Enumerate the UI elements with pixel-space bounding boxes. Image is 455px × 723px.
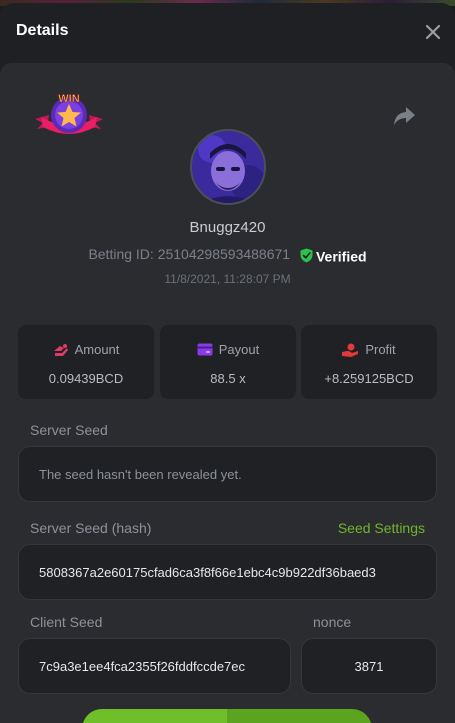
stat-amount-label: Amount (74, 342, 120, 358)
hand-coin-icon (342, 343, 359, 357)
stat-payout-value: 88.5 x (210, 371, 246, 386)
win-badge-text: WIN (58, 93, 79, 105)
details-panel: WIN Bnuggz420 Betting ID: 25104298593488… (0, 63, 455, 723)
server-seed-hash-label: Server Seed (hash) (30, 520, 152, 536)
card-icon (197, 343, 213, 356)
modal-title: Details (16, 22, 69, 39)
server-seed-value: The seed hasn't been revealed yet. (39, 466, 242, 482)
stat-profit: Profit +8.259125BCD (301, 325, 437, 399)
stat-profit-label: Profit (365, 342, 396, 358)
verified-badge: Verified (300, 247, 367, 264)
modal-header: Details (0, 3, 455, 63)
stat-payout-label: Payout (218, 342, 260, 358)
server-seed-label: Server Seed (30, 422, 108, 438)
seed-settings-link[interactable]: Seed Settings (338, 520, 425, 536)
client-seed-label: Client Seed (30, 614, 103, 630)
betting-id-prefix: Betting ID: (88, 246, 158, 262)
betting-id: 25104298593488671 (157, 246, 291, 262)
verified-label: Verified (315, 247, 367, 264)
nonce-value: 3871 (354, 658, 384, 674)
stat-profit-value: +8.259125BCD (324, 371, 414, 386)
client-seed-field[interactable]: 7c9a3e1ee4fca2355f26fddfccde7ec (18, 638, 291, 694)
close-icon (425, 24, 441, 40)
coins-icon (53, 343, 68, 356)
details-modal: Details WIN Bnuggz420 Betting ID: 251042… (0, 3, 455, 723)
share-icon[interactable] (392, 105, 416, 127)
server-seed-hash-value: 5808367a2e60175cfad6ca3f8f66e1ebc4c9b922… (39, 564, 376, 580)
shield-check-icon (300, 248, 313, 263)
server-seed-hash-field[interactable]: 5808367a2e60175cfad6ca3f8f66e1ebc4c9b922… (18, 544, 437, 600)
stat-payout: Payout 88.5 x (160, 325, 296, 399)
stat-amount-value: 0.09439BCD (48, 371, 124, 386)
nonce-label: nonce (313, 614, 352, 630)
bet-timestamp: 11/8/2021, 11:28:07 PM (164, 272, 291, 286)
close-button[interactable] (422, 21, 444, 43)
nonce-field[interactable]: 3871 (301, 638, 437, 694)
win-badge-icon: WIN (35, 93, 103, 134)
bottom-action-button[interactable] (82, 709, 372, 723)
client-seed-value: 7c9a3e1ee4fca2355f26fddfccde7ec (39, 658, 246, 674)
betting-id-row: Betting ID: 25104298593488671 Verified (0, 246, 455, 264)
server-seed-field[interactable]: The seed hasn't been revealed yet. (18, 446, 437, 502)
username: Bnuggz420 (189, 219, 266, 236)
avatar (190, 129, 266, 205)
stat-amount: Amount 0.09439BCD (18, 325, 154, 399)
